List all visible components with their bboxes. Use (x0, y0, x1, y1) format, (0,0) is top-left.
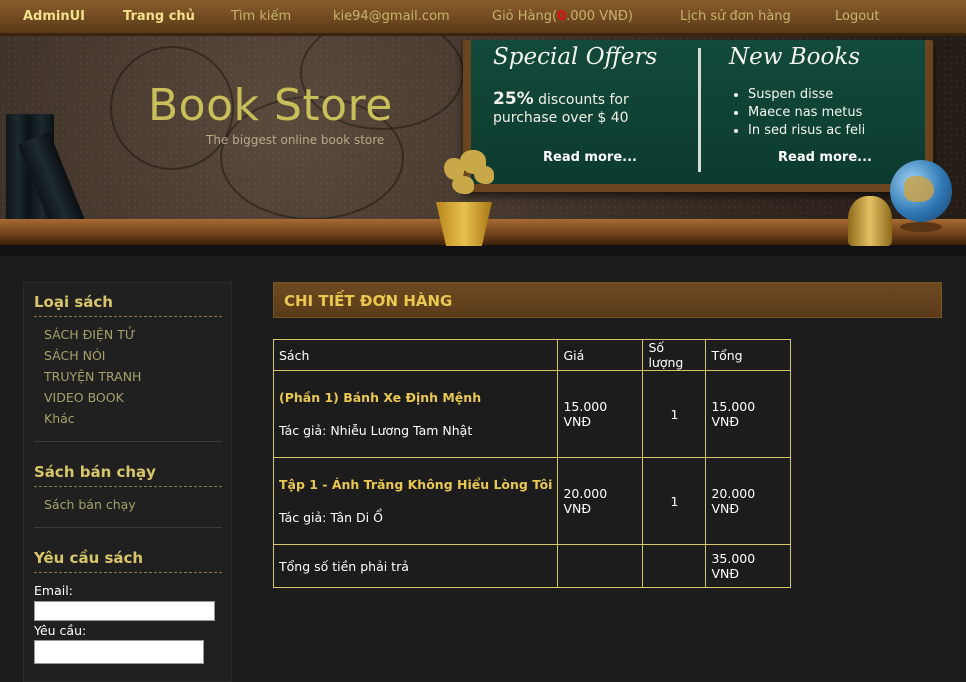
book-name: (Phần 1) Bánh Xe Định Mệnh (279, 390, 482, 405)
bestseller-heading: Sách bán chạy (34, 463, 156, 481)
book-name: Tập 1 - Ánh Trăng Không Hiểu Lòng Tôi (279, 477, 553, 492)
site-tagline: The biggest online book store (206, 133, 385, 147)
categories-heading: Loại sách (34, 293, 113, 311)
category-video-book[interactable]: VIDEO BOOK (44, 390, 124, 405)
column-header-total: Tổng (705, 339, 792, 371)
cart-count: 0 (557, 9, 567, 24)
nav-order-history[interactable]: Lịch sử đơn hàng (680, 9, 791, 24)
order-details-table: Sách Giá Số lượng Tổng (Phần 1) Bánh Xe … (272, 339, 792, 588)
request-label: Yêu cầu: (34, 623, 87, 638)
grand-total-value: 35.000 VNĐ (705, 544, 792, 588)
nav-user-email[interactable]: kie94@gmail.com (333, 9, 450, 24)
price-cell: 15.000 VNĐ (557, 370, 644, 458)
table-header-row: Sách Giá Số lượng Tổng (272, 339, 792, 371)
quantity-cell: 1 (642, 370, 707, 458)
heading-underline (34, 486, 222, 487)
offers-read-more-link[interactable]: Read more... (543, 150, 637, 165)
category-audiobook[interactable]: SÁCH NÓI (44, 348, 105, 363)
email-field[interactable] (34, 601, 215, 621)
section-header-bar: CHI TIẾT ĐƠN HÀNG (273, 282, 942, 318)
globe-land (904, 176, 934, 202)
offer-text-a: discounts for (533, 92, 629, 108)
cart-label: Giỏ Hàng( (492, 9, 558, 24)
column-header-price: Giá (557, 339, 644, 371)
grand-total-row: Tổng số tiền phải trả 35.000 VNĐ (272, 544, 792, 588)
book-author: Tác giả: Tân Di Ổ (279, 510, 383, 525)
top-nav-bar: AdminUI Trang chủ Tìm kiếm kie94@gmail.c… (0, 0, 966, 36)
section-divider (34, 441, 222, 442)
nav-cart[interactable]: Giỏ Hàng(0.000 VNĐ) (492, 9, 633, 24)
book-author: Tác giả: Nhiễu Lương Tam Nhật (279, 423, 473, 438)
new-books-title: New Books (729, 44, 861, 70)
table-row: (Phần 1) Bánh Xe Định Mệnh Tác giả: Nhiễ… (272, 370, 792, 458)
new-book-item: In sed risus ac feli (748, 122, 865, 140)
table-row: Tập 1 - Ánh Trăng Không Hiểu Lòng Tôi Tá… (272, 457, 792, 545)
category-other[interactable]: Khác (44, 411, 75, 426)
nav-admin-ui[interactable]: AdminUI (23, 9, 85, 24)
globe-stand (900, 222, 942, 232)
empty-cell (557, 544, 644, 588)
price-cell: 20.000 VNĐ (557, 457, 644, 545)
offer-percent: 25% (493, 89, 534, 109)
page-title: CHI TIẾT ĐƠN HÀNG (284, 292, 453, 310)
total-cell: 15.000 VNĐ (705, 370, 792, 458)
book-cell: (Phần 1) Bánh Xe Định Mệnh Tác giả: Nhiễ… (272, 370, 559, 458)
new-book-item: Maece nas metus (748, 104, 865, 122)
bell-icon (848, 196, 892, 246)
nav-logout[interactable]: Logout (835, 9, 880, 24)
offer-text-b: purchase over $ 40 (493, 110, 629, 126)
new-books-read-more-link[interactable]: Read more... (778, 150, 872, 165)
column-header-book: Sách (272, 339, 559, 371)
grand-total-label: Tổng số tiền phải trả (272, 544, 559, 588)
email-label: Email: (34, 583, 73, 598)
empty-cell (642, 544, 707, 588)
new-books-list: Suspen disse Maece nas metus In sed risu… (728, 86, 865, 140)
header-banner: Book Store The biggest online book store… (0, 36, 966, 256)
sidebar: Loại sách SÁCH ĐIỆN TỬ SÁCH NÓI TRUYỆN T… (23, 282, 232, 682)
site-title: Book Store (148, 80, 393, 131)
cart-amount: .000 VNĐ) (566, 9, 633, 24)
shelf-shadow (0, 245, 966, 256)
chalkboard: Special Offers 25% discounts for purchas… (463, 40, 933, 192)
nav-home[interactable]: Trang chủ (123, 9, 195, 24)
bonsai-leaf-icon (452, 176, 474, 194)
new-book-item: Suspen disse (748, 86, 865, 104)
bestseller-link[interactable]: Sách bán chạy (44, 497, 136, 512)
total-cell: 20.000 VNĐ (705, 457, 792, 545)
special-offer-text: 25% discounts for purchase over $ 40 (493, 90, 693, 127)
category-ebook[interactable]: SÁCH ĐIỆN TỬ (44, 327, 136, 342)
book-request-heading: Yêu cầu sách (34, 549, 144, 567)
heading-underline (34, 572, 222, 573)
chalk-divider (698, 48, 701, 172)
category-comics[interactable]: TRUYỆN TRANH (44, 369, 141, 384)
quantity-cell: 1 (642, 457, 707, 545)
section-divider (34, 527, 222, 528)
nav-search[interactable]: Tìm kiếm (231, 9, 291, 24)
special-offers-title: Special Offers (493, 44, 658, 70)
request-field[interactable] (34, 640, 204, 664)
book-cell: Tập 1 - Ánh Trăng Không Hiểu Lòng Tôi Tá… (272, 457, 559, 545)
column-header-quantity: Số lượng (642, 339, 707, 371)
bonsai-leaf-icon (474, 166, 494, 184)
heading-underline (34, 316, 222, 317)
chalkboard-surface: Special Offers 25% discounts for purchas… (471, 40, 925, 184)
